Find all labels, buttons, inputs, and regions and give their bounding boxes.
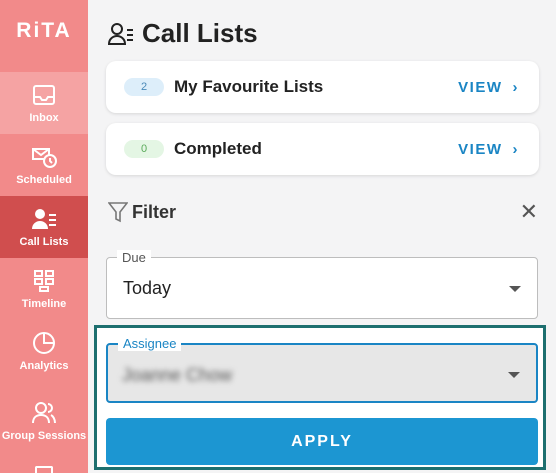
count-badge: 2 [124,78,164,96]
card-title: My Favourite Lists [174,77,324,96]
sidebar-item-inbox[interactable]: Inbox [0,72,88,134]
card-title: Completed [174,139,262,158]
count-badge: 0 [124,140,164,158]
filter-title: Filter [132,201,177,222]
filter-icon [108,201,128,223]
sidebar-item-group-sessions[interactable]: Group Sessions [0,386,88,456]
dropdown-arrow-icon [508,372,520,378]
favourite-lists-card[interactable]: 2 My Favourite Lists VIEW › [106,61,539,113]
view-label: VIEW [458,140,503,158]
chevron-right-icon: › [512,78,519,96]
sidebar-item-analytics[interactable]: Analytics [0,320,88,382]
inbox-icon [31,82,57,108]
document-icon [35,466,53,473]
page-title-text: Call Lists [142,18,258,48]
due-label: Due [117,250,151,265]
completed-card[interactable]: 0 Completed VIEW › [106,123,539,175]
assignee-value: Joanne Chow [122,365,233,385]
sidebar-item-label: Scheduled [16,174,72,186]
page-title: Call Lists [108,18,258,49]
analytics-icon [31,330,57,356]
sidebar-item-label: Call Lists [19,236,69,248]
sidebar-item-call-lists[interactable]: Call Lists [0,196,88,258]
sidebar-item-label: Inbox [29,112,59,124]
due-select[interactable]: Due Today [106,250,538,319]
view-label: VIEW [458,78,503,96]
assignee-select[interactable]: Assignee Joanne Chow [106,336,538,403]
assignee-label: Assignee [118,336,182,351]
sidebar: RiTA Inbox Scheduled Call Lists Timeline… [0,0,88,473]
scheduled-icon [31,144,57,170]
sidebar-item-scheduled[interactable]: Scheduled [0,134,88,196]
sidebar-item-label: Analytics [19,360,69,372]
apply-button[interactable]: APPLY [106,418,538,465]
sidebar-item-more[interactable] [0,462,88,473]
filter-header: Filter ✕ [108,199,538,225]
sidebar-item-label: Group Sessions [1,430,87,442]
sidebar-item-label: Timeline [21,298,67,310]
view-button[interactable]: VIEW › [458,141,519,158]
dropdown-arrow-icon [509,286,521,292]
close-icon[interactable]: ✕ [520,199,538,225]
timeline-icon [31,268,57,294]
due-value: Today [123,278,172,298]
call-lists-icon [108,22,134,46]
group-sessions-icon [31,400,57,426]
app-logo[interactable]: RiTA [0,0,88,62]
call-lists-icon [31,206,57,232]
sidebar-item-timeline[interactable]: Timeline [0,258,88,320]
chevron-right-icon: › [512,140,519,158]
view-button[interactable]: VIEW › [458,79,519,96]
